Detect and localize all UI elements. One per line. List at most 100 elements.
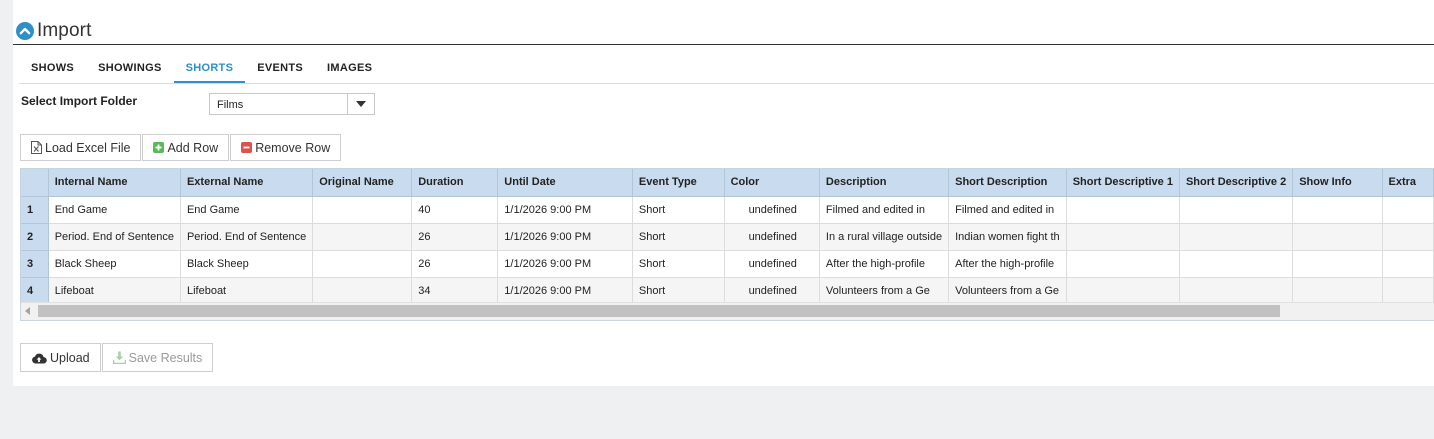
row-number: 4: [21, 277, 49, 305]
cell-event-type[interactable]: Short: [632, 277, 725, 305]
cell-short-descriptive-1[interactable]: [1066, 277, 1180, 305]
cell-until-date[interactable]: 1/1/2026 9:00 PM: [497, 250, 633, 278]
grid-table: Internal Name External Name Original Nam…: [21, 169, 1434, 305]
plus-square-icon: [153, 142, 165, 153]
scroll-left-icon[interactable]: [25, 307, 30, 315]
load-excel-button[interactable]: Load Excel File: [20, 134, 142, 161]
column-header-description[interactable]: Description: [819, 169, 950, 197]
tab-shorts[interactable]: SHORTS: [173, 55, 246, 83]
cell-short-description[interactable]: Volunteers from a Ge: [948, 277, 1067, 305]
column-header-show-info[interactable]: Show Info: [1292, 169, 1383, 197]
cell-short-descriptive-2[interactable]: [1179, 250, 1294, 278]
table-row[interactable]: 4 Lifeboat Lifeboat 34 1/1/2026 9:00 PM …: [21, 277, 1434, 305]
grid-header-row: Internal Name External Name Original Nam…: [21, 169, 1434, 197]
cell-short-descriptive-2[interactable]: [1179, 196, 1294, 224]
cloud-upload-icon: [31, 352, 47, 364]
column-header-internal-name[interactable]: Internal Name: [48, 169, 181, 197]
dropdown-toggle[interactable]: [347, 94, 374, 114]
table-row[interactable]: 2 Period. End of Sentence Period. End of…: [21, 223, 1434, 251]
cell-short-descriptive-1[interactable]: [1066, 223, 1180, 251]
scrollbar-thumb[interactable]: [38, 305, 1280, 317]
table-row[interactable]: 1 End Game End Game 40 1/1/2026 9:00 PM …: [21, 196, 1434, 224]
chevron-up-circle-icon[interactable]: [16, 22, 34, 40]
column-header-short-descriptive-1[interactable]: Short Descriptive 1: [1066, 169, 1180, 197]
cell-short-descriptive-2[interactable]: [1179, 277, 1294, 305]
column-header-short-description[interactable]: Short Description: [948, 169, 1067, 197]
cell-external-name[interactable]: End Game: [180, 196, 314, 224]
cell-original-name[interactable]: [312, 196, 413, 224]
cell-internal-name[interactable]: Lifeboat: [48, 277, 181, 305]
cell-until-date[interactable]: 1/1/2026 9:00 PM: [497, 277, 633, 305]
table-row[interactable]: 3 Black Sheep Black Sheep 26 1/1/2026 9:…: [21, 250, 1434, 278]
tab-events[interactable]: EVENTS: [245, 55, 315, 83]
cell-internal-name[interactable]: End Game: [48, 196, 181, 224]
upload-button[interactable]: Upload: [20, 343, 101, 372]
cell-external-name[interactable]: Lifeboat: [180, 277, 314, 305]
cell-original-name[interactable]: [312, 277, 413, 305]
cell-color[interactable]: undefined: [724, 196, 820, 224]
cell-show-info[interactable]: [1292, 277, 1383, 305]
tab-images[interactable]: IMAGES: [315, 55, 384, 83]
cell-short-description[interactable]: Filmed and edited in: [948, 196, 1067, 224]
cell-event-type[interactable]: Short: [632, 250, 725, 278]
cell-extra[interactable]: [1382, 223, 1434, 251]
column-header-event-type[interactable]: Event Type: [632, 169, 725, 197]
column-header-original-name[interactable]: Original Name: [312, 169, 413, 197]
cell-description[interactable]: Volunteers from a Ge: [819, 277, 950, 305]
tab-showings[interactable]: SHOWINGS: [86, 55, 174, 83]
column-header-extra[interactable]: Extra: [1382, 169, 1434, 197]
cell-original-name[interactable]: [312, 223, 413, 251]
cell-internal-name[interactable]: Black Sheep: [48, 250, 181, 278]
cell-event-type[interactable]: Short: [632, 223, 725, 251]
cell-until-date[interactable]: 1/1/2026 9:00 PM: [497, 196, 633, 224]
cell-duration[interactable]: 26: [411, 250, 499, 278]
cell-internal-name[interactable]: Period. End of Sentence: [48, 223, 181, 251]
cell-short-description[interactable]: After the high-profile: [948, 250, 1067, 278]
excel-file-icon: [31, 141, 42, 154]
tab-shows[interactable]: SHOWS: [19, 55, 86, 83]
cell-extra[interactable]: [1382, 196, 1434, 224]
title-divider: [13, 44, 1434, 45]
column-header-external-name[interactable]: External Name: [180, 169, 314, 197]
cell-external-name[interactable]: Period. End of Sentence: [180, 223, 314, 251]
cell-description[interactable]: In a rural village outside: [819, 223, 950, 251]
column-header-short-descriptive-2[interactable]: Short Descriptive 2: [1179, 169, 1294, 197]
cell-event-type[interactable]: Short: [632, 196, 725, 224]
folder-label: Select Import Folder: [21, 94, 138, 108]
column-header-until-date[interactable]: Until Date: [497, 169, 633, 197]
import-grid: Internal Name External Name Original Nam…: [20, 168, 1434, 321]
column-header-duration[interactable]: Duration: [411, 169, 499, 197]
cell-short-descriptive-1[interactable]: [1066, 196, 1180, 224]
cell-show-info[interactable]: [1292, 196, 1383, 224]
cell-color[interactable]: undefined: [724, 223, 820, 251]
cell-show-info[interactable]: [1292, 223, 1383, 251]
remove-row-button[interactable]: Remove Row: [230, 134, 342, 161]
row-number: 3: [21, 250, 49, 278]
folder-selected-value: Films: [217, 99, 244, 111]
folder-dropdown[interactable]: Films: [209, 93, 375, 115]
cell-until-date[interactable]: 1/1/2026 9:00 PM: [497, 223, 633, 251]
cell-short-description[interactable]: Indian women fight th: [948, 223, 1067, 251]
cell-external-name[interactable]: Black Sheep: [180, 250, 314, 278]
cell-color[interactable]: undefined: [724, 250, 820, 278]
grid-toolbar: Load Excel File Add Row Remove Row: [20, 134, 342, 161]
download-icon: [112, 351, 126, 364]
cell-description[interactable]: Filmed and edited in: [819, 196, 950, 224]
cell-duration[interactable]: 40: [411, 196, 499, 224]
cell-original-name[interactable]: [312, 250, 413, 278]
save-results-button[interactable]: Save Results: [101, 343, 214, 372]
cell-description[interactable]: After the high-profile: [819, 250, 950, 278]
import-panel: Import SHOWS SHOWINGS SHORTS EVENTS IMAG…: [13, 0, 1434, 386]
cell-show-info[interactable]: [1292, 250, 1383, 278]
horizontal-scrollbar[interactable]: [21, 302, 1434, 320]
cell-duration[interactable]: 26: [411, 223, 499, 251]
cell-duration[interactable]: 34: [411, 277, 499, 305]
cell-extra[interactable]: [1382, 277, 1434, 305]
cell-short-descriptive-2[interactable]: [1179, 223, 1294, 251]
cell-color[interactable]: undefined: [724, 277, 820, 305]
cell-short-descriptive-1[interactable]: [1066, 250, 1180, 278]
add-row-button[interactable]: Add Row: [142, 134, 230, 161]
page-title: Import: [37, 20, 92, 41]
cell-extra[interactable]: [1382, 250, 1434, 278]
column-header-color[interactable]: Color: [724, 169, 820, 197]
